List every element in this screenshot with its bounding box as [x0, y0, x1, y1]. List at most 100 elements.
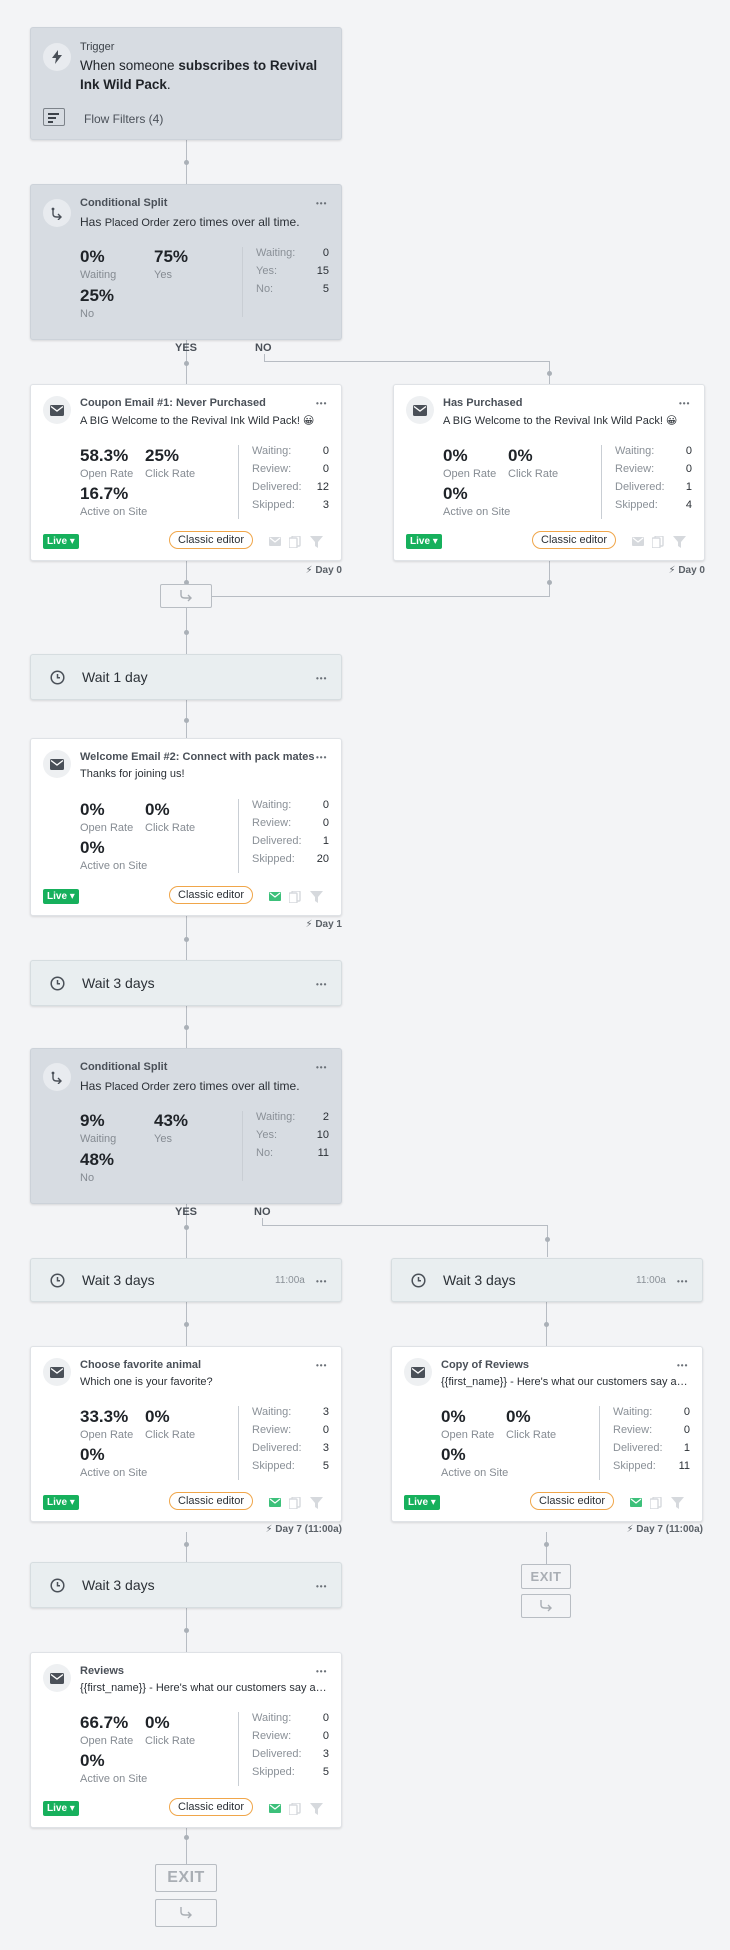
- classic-editor-button[interactable]: Classic editor: [169, 1492, 254, 1510]
- more-options-icon[interactable]: •••: [316, 1582, 327, 1592]
- email-card-reviews[interactable]: Reviews ••• {{first_name}} - Here's what…: [30, 1652, 342, 1828]
- clock-icon: [50, 1273, 65, 1288]
- more-options-icon[interactable]: •••: [677, 1277, 688, 1287]
- wait-label: Wait 1 day: [82, 669, 148, 685]
- more-options-icon[interactable]: •••: [679, 399, 690, 409]
- live-status-dropdown[interactable]: Live ▾: [43, 534, 79, 549]
- more-options-icon[interactable]: •••: [316, 399, 327, 409]
- email-card-copy-of-reviews[interactable]: Copy of Reviews ••• {{first_name}} - Her…: [391, 1346, 703, 1522]
- more-options-icon[interactable]: •••: [316, 1667, 327, 1677]
- exit-node[interactable]: EXIT: [155, 1864, 217, 1892]
- conditional-split-1[interactable]: Conditional Split ••• Has Placed Order z…: [30, 184, 342, 340]
- waiting-label: Waiting: [80, 1133, 117, 1145]
- email-card-choose-favorite-animal[interactable]: Choose favorite animal ••• Which one is …: [30, 1346, 342, 1522]
- open-rate-label: Open Rate: [441, 1429, 495, 1441]
- click-rate-value: 0%: [145, 1713, 170, 1732]
- conditional-split-2[interactable]: Conditional Split ••• Has Placed Order z…: [30, 1048, 342, 1204]
- classic-editor-button[interactable]: Classic editor: [169, 1798, 254, 1816]
- merge-branch-icon[interactable]: [155, 1899, 217, 1927]
- split-condition: Has Placed Order zero times over all tim…: [80, 215, 300, 229]
- copy-icon[interactable]: [289, 1497, 303, 1509]
- envelope-icon: [43, 396, 71, 424]
- more-options-icon[interactable]: •••: [316, 199, 327, 209]
- email-subject: A BIG Welcome to the Revival Ink Wild Pa…: [80, 415, 315, 427]
- yes-label: Yes: [154, 1133, 172, 1145]
- email-title: Coupon Email #1: Never Purchased: [80, 397, 266, 409]
- email-subject: {{first_name}} - Here's what our custome…: [441, 1376, 691, 1388]
- flow-filters-link[interactable]: Flow Filters (4): [84, 112, 163, 126]
- no-percent: 25%: [80, 286, 115, 305]
- mail-check-icon[interactable]: [630, 1497, 644, 1509]
- clock-icon: [50, 1578, 65, 1593]
- live-status-dropdown[interactable]: Live ▾: [43, 1495, 79, 1510]
- wait-label: Wait 3 days: [443, 1272, 516, 1288]
- mail-check-icon[interactable]: [632, 536, 646, 548]
- wait-card-1-day[interactable]: Wait 1 day •••: [30, 654, 342, 700]
- more-options-icon[interactable]: •••: [316, 1361, 327, 1371]
- mail-check-icon[interactable]: [269, 1497, 283, 1509]
- email-card-has-purchased[interactable]: Has Purchased ••• A BIG Welcome to the R…: [393, 384, 705, 561]
- click-rate-label: Click Rate: [145, 468, 196, 480]
- copy-icon[interactable]: [650, 1497, 664, 1509]
- mail-check-icon[interactable]: [269, 536, 283, 548]
- classic-editor-button[interactable]: Classic editor: [530, 1492, 615, 1510]
- wait-card-3-days-no[interactable]: Wait 3 days 11:00a •••: [391, 1258, 703, 1302]
- copy-icon[interactable]: [289, 536, 303, 548]
- more-options-icon[interactable]: •••: [316, 1063, 327, 1073]
- waiting-percent: 0%: [80, 247, 105, 266]
- email-title: Welcome Email #2: Connect with pack mate…: [80, 751, 315, 763]
- mail-check-icon[interactable]: [269, 1803, 283, 1815]
- classic-editor-button[interactable]: Classic editor: [532, 531, 617, 549]
- email-stats: Waiting: 0 Review: 0 Delivered: 3 Skipped: 5: [238, 1712, 329, 1786]
- click-rate-label: Click Rate: [145, 822, 196, 834]
- filter-icon[interactable]: [43, 108, 65, 126]
- copy-icon[interactable]: [289, 891, 303, 903]
- live-status-dropdown[interactable]: Live ▾: [43, 889, 79, 904]
- envelope-icon: [43, 750, 71, 778]
- mail-check-icon[interactable]: [269, 891, 283, 903]
- wait-card-3-days-yes[interactable]: Wait 3 days 11:00a •••: [30, 1258, 342, 1302]
- click-rate-value: 0%: [506, 1407, 531, 1426]
- exit-node[interactable]: EXIT: [521, 1564, 571, 1589]
- wait-card-3-days[interactable]: Wait 3 days •••: [30, 960, 342, 1006]
- click-rate-value: 0%: [145, 1407, 170, 1426]
- email-card-coupon[interactable]: Coupon Email #1: Never Purchased ••• A B…: [30, 384, 342, 561]
- email-stats: Waiting: 0 Review: 0 Delivered: 12 Skipped:…: [238, 445, 329, 519]
- classic-editor-button[interactable]: Classic editor: [169, 886, 254, 904]
- filter-funnel-icon[interactable]: [673, 536, 687, 548]
- merge-branch-icon[interactable]: [160, 584, 212, 608]
- merge-branch-icon[interactable]: [521, 1594, 571, 1618]
- email-card-welcome-2[interactable]: Welcome Email #2: Connect with pack mate…: [30, 738, 342, 916]
- filter-funnel-icon[interactable]: [310, 536, 324, 548]
- click-rate-value: 25%: [145, 446, 180, 465]
- active-on-site-value: 0%: [80, 1751, 105, 1770]
- more-options-icon[interactable]: •••: [316, 980, 327, 990]
- more-options-icon[interactable]: •••: [316, 1277, 327, 1287]
- day-label: ⚡ Day 7 (11:00a): [626, 1524, 703, 1535]
- more-options-icon[interactable]: •••: [316, 674, 327, 684]
- trigger-card[interactable]: Trigger When someone subscribes to Reviv…: [30, 27, 342, 140]
- copy-icon[interactable]: [289, 1803, 303, 1815]
- filter-funnel-icon[interactable]: [310, 891, 324, 903]
- filter-funnel-icon[interactable]: [310, 1803, 324, 1815]
- email-subject: A BIG Welcome to the Revival Ink Wild Pa…: [443, 415, 678, 427]
- filter-funnel-icon[interactable]: [671, 1497, 685, 1509]
- active-on-site-value: 0%: [441, 1445, 466, 1464]
- split-stats: Waiting: 0 Yes: 15 No: 5: [242, 247, 329, 317]
- live-status-dropdown[interactable]: Live ▾: [406, 534, 442, 549]
- live-status-dropdown[interactable]: Live ▾: [404, 1495, 440, 1510]
- trigger-title: Trigger: [80, 41, 115, 53]
- filter-funnel-icon[interactable]: [310, 1497, 324, 1509]
- open-rate-label: Open Rate: [80, 822, 134, 834]
- copy-icon[interactable]: [652, 536, 666, 548]
- clock-icon: [50, 976, 65, 991]
- split-icon: [43, 1063, 71, 1091]
- envelope-icon: [406, 396, 434, 424]
- wait-card-3-days-final[interactable]: Wait 3 days •••: [30, 1562, 342, 1608]
- active-on-site-label: Active on Site: [443, 506, 511, 518]
- more-options-icon[interactable]: •••: [316, 753, 327, 763]
- more-options-icon[interactable]: •••: [677, 1361, 688, 1371]
- classic-editor-button[interactable]: Classic editor: [169, 531, 254, 549]
- live-status-dropdown[interactable]: Live ▾: [43, 1801, 79, 1816]
- wait-label: Wait 3 days: [82, 975, 155, 991]
